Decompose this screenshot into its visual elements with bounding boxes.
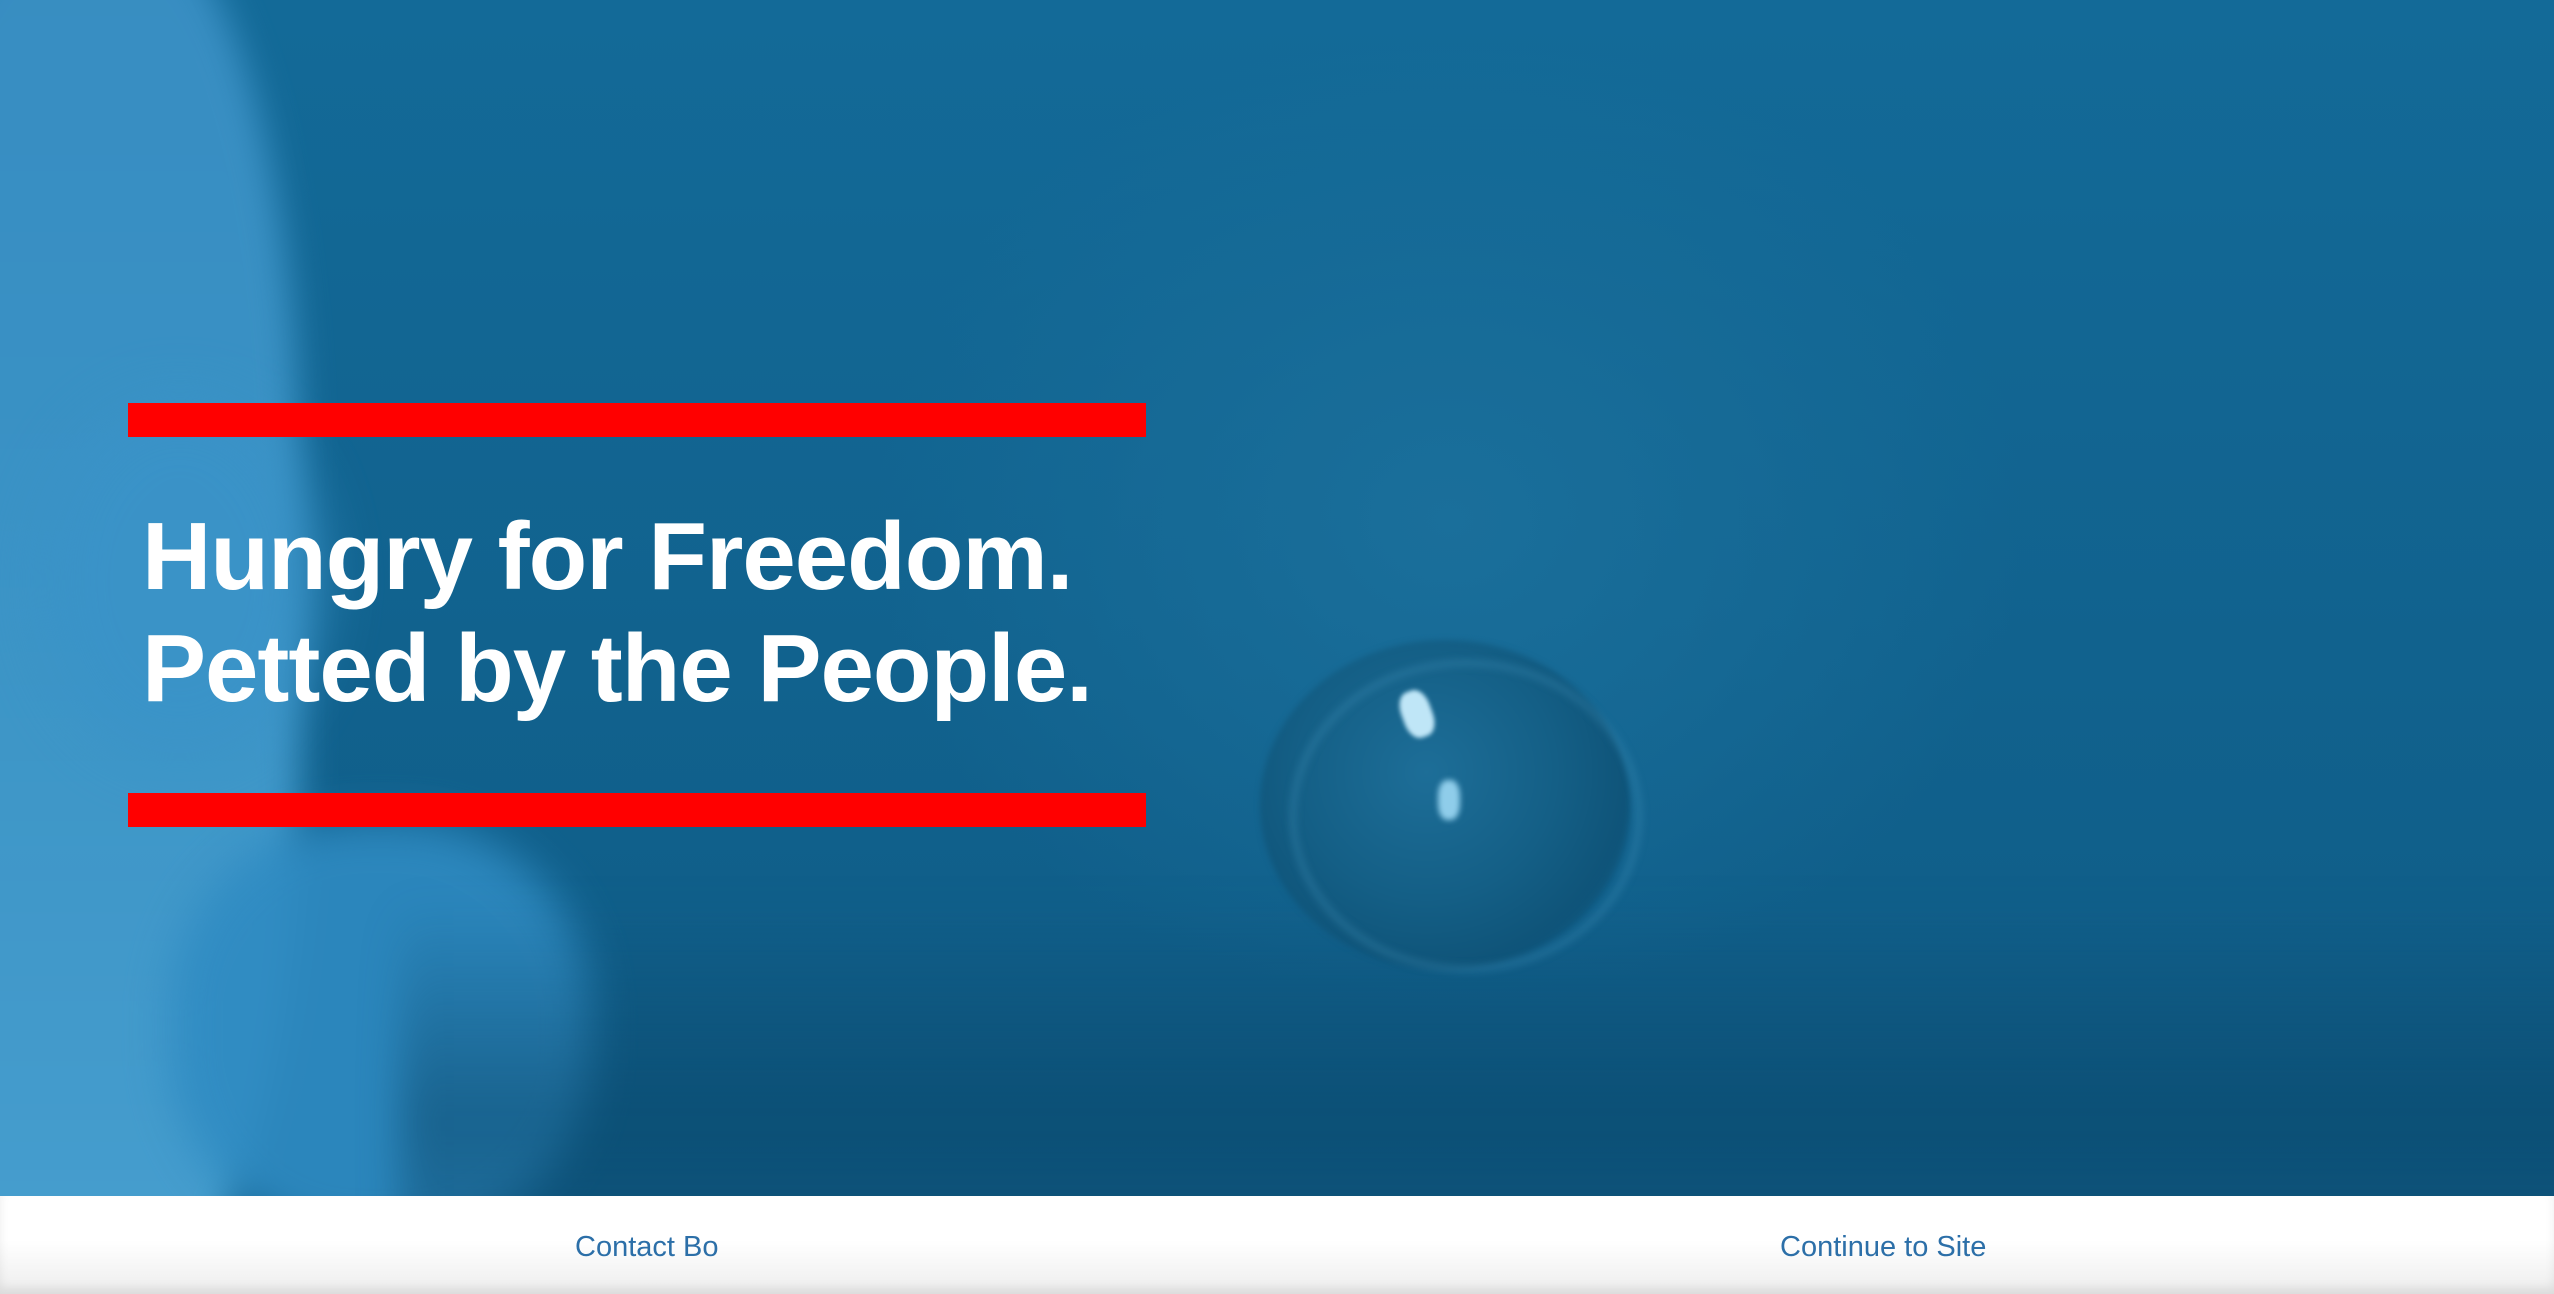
red-bar-bottom: [128, 793, 1146, 827]
dog-eye-glint-lower: [1438, 780, 1460, 820]
footer-bar: Contact Bo Continue to Site: [0, 1196, 2554, 1294]
splash-page: Hungry for Freedom. Petted by the People…: [0, 0, 2554, 1294]
tagline-block: Hungry for Freedom. Petted by the People…: [128, 403, 1146, 827]
continue-to-site-link[interactable]: Continue to Site: [1780, 1230, 1986, 1264]
tagline-line-1: Hungry for Freedom.: [142, 503, 1073, 610]
red-bar-top: [128, 403, 1146, 437]
dog-eye-ring: [1290, 660, 1642, 972]
tagline-line-2: Petted by the People.: [142, 615, 1093, 722]
hero-background-photo: Hungry for Freedom. Petted by the People…: [0, 0, 2554, 1196]
contact-bo-link[interactable]: Contact Bo: [575, 1230, 718, 1264]
tagline-heading: Hungry for Freedom. Petted by the People…: [142, 501, 1093, 725]
